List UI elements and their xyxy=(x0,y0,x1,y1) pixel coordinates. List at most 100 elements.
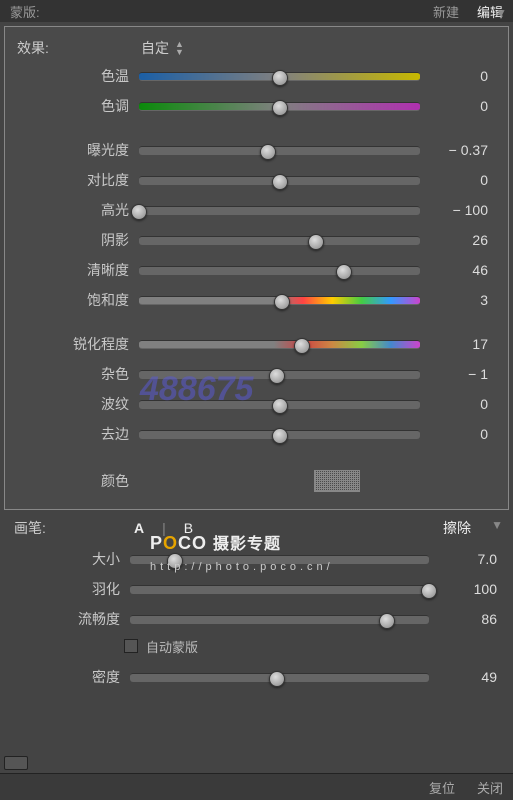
slider-label: 密度 xyxy=(4,667,130,687)
brush-header: 画笔: A | B 擦除 ▼ xyxy=(4,514,509,544)
slider-label: 色温 xyxy=(13,66,139,86)
slider-defringe: 去边 0 xyxy=(13,419,494,449)
brush-title: 画笔: xyxy=(14,518,134,538)
effects-panel: ▼ 效果: 自定 ▲▼ 色温0色调0曝光度− 0.37对比度0高光− 100阴影… xyxy=(4,26,509,510)
slider-temp: 色温 0 xyxy=(13,61,494,91)
slider-value: − 0.37 xyxy=(420,142,494,158)
slider-label: 曝光度 xyxy=(13,140,139,160)
slider-value: 0 xyxy=(420,426,494,442)
top-bar: 蒙版: 新建 编辑 xyxy=(0,0,513,22)
slider-thumb[interactable] xyxy=(272,398,288,414)
slider-value: 100 xyxy=(429,581,503,597)
automask-label: 自动蒙版 xyxy=(146,637,198,656)
slider-track-exposure[interactable] xyxy=(139,143,420,157)
topbar-left-label: 蒙版: xyxy=(10,2,40,21)
slider-value: 49 xyxy=(429,669,503,685)
slider-saturation: 饱和度 3 xyxy=(13,285,494,315)
slider-feather: 羽化 100 xyxy=(4,574,503,604)
automask-checkbox[interactable] xyxy=(124,639,138,653)
slider-clarity: 清晰度 46 xyxy=(13,255,494,285)
slider-label: 锐化程度 xyxy=(13,334,139,354)
close-button[interactable]: 关闭 xyxy=(477,778,503,797)
slider-label: 清晰度 xyxy=(13,260,139,280)
slider-label: 对比度 xyxy=(13,170,139,190)
slider-track-defringe[interactable] xyxy=(139,427,420,441)
slider-track-size[interactable] xyxy=(130,552,429,566)
slider-value: 3 xyxy=(420,292,494,308)
slider-tint: 色调 0 xyxy=(13,91,494,121)
slider-moire: 波纹 0 xyxy=(13,389,494,419)
brush-ab-sep: | xyxy=(162,520,166,536)
slider-label: 羽化 xyxy=(4,579,130,599)
slider-thumb[interactable] xyxy=(272,174,288,190)
slider-track-noise[interactable] xyxy=(139,367,420,381)
slider-highlights: 高光 − 100 xyxy=(13,195,494,225)
slider-label: 波纹 xyxy=(13,394,139,414)
slider-label: 去边 xyxy=(13,424,139,444)
color-label: 颜色 xyxy=(13,471,139,491)
slider-track-sharp[interactable] xyxy=(139,337,420,351)
slider-contrast: 对比度 0 xyxy=(13,165,494,195)
slider-label: 饱和度 xyxy=(13,290,139,310)
automask-row: 自动蒙版 xyxy=(4,634,509,658)
preset-value: 自定 xyxy=(141,38,169,58)
panel-toggle[interactable] xyxy=(4,756,28,770)
slider-flow: 流畅度 86 xyxy=(4,604,503,634)
effects-preset-dropdown[interactable]: 自定 ▲▼ xyxy=(141,38,184,58)
slider-thumb[interactable] xyxy=(274,294,290,310)
slider-track-clarity[interactable] xyxy=(139,263,420,277)
slider-thumb[interactable] xyxy=(294,338,310,354)
reset-button[interactable]: 复位 xyxy=(429,778,455,797)
slider-value: 86 xyxy=(429,611,503,627)
slider-track-feather[interactable] xyxy=(130,582,429,596)
slider-thumb[interactable] xyxy=(308,234,324,250)
effects-collapse-icon[interactable]: ▼ xyxy=(495,6,507,20)
color-swatch[interactable] xyxy=(314,470,360,492)
slider-value: 0 xyxy=(420,396,494,412)
slider-value: − 100 xyxy=(420,202,494,218)
slider-thumb[interactable] xyxy=(131,204,147,220)
slider-track-undefined[interactable] xyxy=(130,670,429,684)
slider-thumb[interactable] xyxy=(269,368,285,384)
slider-track-temp[interactable] xyxy=(139,69,420,83)
slider-value: 0 xyxy=(420,68,494,84)
slider-value: 0 xyxy=(420,172,494,188)
slider-track-shadows[interactable] xyxy=(139,233,420,247)
brush-a[interactable]: A xyxy=(134,520,144,536)
slider-thumb[interactable] xyxy=(272,428,288,444)
effects-title: 效果: xyxy=(13,38,87,58)
slider-label: 高光 xyxy=(13,200,139,220)
topbar-new[interactable]: 新建 xyxy=(433,2,459,21)
slider-thumb[interactable] xyxy=(421,583,437,599)
slider-track-flow[interactable] xyxy=(130,612,429,626)
slider-thumb[interactable] xyxy=(269,671,285,687)
slider-value: 46 xyxy=(420,262,494,278)
slider-label: 阴影 xyxy=(13,230,139,250)
slider-thumb[interactable] xyxy=(336,264,352,280)
slider-track-contrast[interactable] xyxy=(139,173,420,187)
brush-b[interactable]: B xyxy=(184,520,193,536)
slider-thumb[interactable] xyxy=(167,553,183,569)
slider-exposure: 曝光度 − 0.37 xyxy=(13,135,494,165)
brush-collapse-icon[interactable]: ▼ xyxy=(491,518,503,532)
effects-header: 效果: 自定 ▲▼ xyxy=(13,35,500,61)
slider-thumb[interactable] xyxy=(272,100,288,116)
slider-label: 流畅度 xyxy=(4,609,130,629)
slider-thumb[interactable] xyxy=(260,144,276,160)
slider-thumb[interactable] xyxy=(379,613,395,629)
slider-value: 17 xyxy=(420,336,494,352)
slider-value: 26 xyxy=(420,232,494,248)
slider-noise: 杂色− 1 xyxy=(13,359,494,389)
slider-shadows: 阴影 26 xyxy=(13,225,494,255)
updown-icon: ▲▼ xyxy=(175,40,184,56)
slider-thumb[interactable] xyxy=(272,70,288,86)
slider-track-tint[interactable] xyxy=(139,99,420,113)
slider-track-saturation[interactable] xyxy=(139,293,420,307)
slider-value: 7.0 xyxy=(429,551,503,567)
slider-undefined: 密度 49 xyxy=(4,662,503,692)
slider-value: 0 xyxy=(420,98,494,114)
slider-track-highlights[interactable] xyxy=(139,203,420,217)
slider-label: 色调 xyxy=(13,96,139,116)
slider-sharp: 锐化程度 17 xyxy=(13,329,494,359)
slider-track-moire[interactable] xyxy=(139,397,420,411)
